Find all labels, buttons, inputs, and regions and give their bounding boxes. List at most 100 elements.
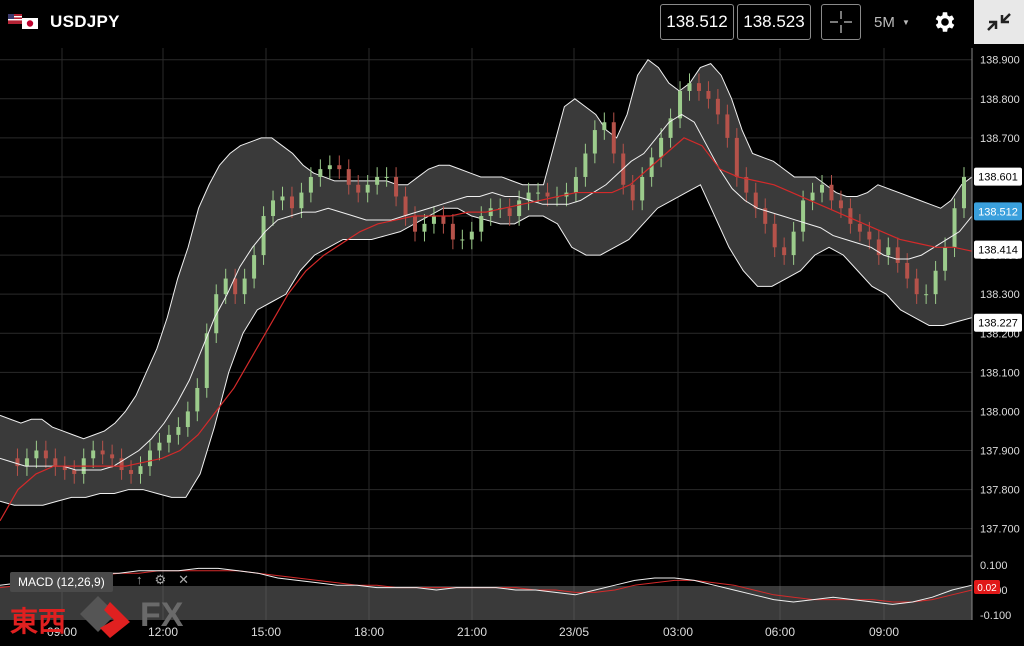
y-tick-label: 138.700 xyxy=(980,133,1020,145)
y-tick-label: 137.800 xyxy=(980,485,1020,497)
x-tick-label: 23/05 xyxy=(559,625,589,639)
candle-body xyxy=(176,427,181,435)
candle-body xyxy=(110,454,115,459)
bollinger-bands xyxy=(0,59,973,506)
candle-body xyxy=(441,216,446,224)
candle-body xyxy=(327,165,332,170)
candle-body xyxy=(791,231,796,256)
candle-body xyxy=(15,458,20,467)
candle-body xyxy=(867,231,872,240)
price-marker-label: 138.227 xyxy=(978,318,1018,330)
candle-body xyxy=(223,278,228,295)
bollinger-fill xyxy=(0,59,972,506)
candle-body xyxy=(337,165,342,170)
candle-body xyxy=(734,137,739,177)
candle-body xyxy=(895,247,900,263)
candle-body xyxy=(365,184,370,193)
candle-body xyxy=(848,208,853,224)
macd-y-tick: 0.100 xyxy=(980,560,1008,572)
candle-body xyxy=(34,450,39,459)
arrow-up-icon[interactable]: ↑ xyxy=(136,572,155,587)
candle-body xyxy=(820,184,825,193)
candle-body xyxy=(886,247,891,256)
candle-body xyxy=(782,247,787,256)
candle-body xyxy=(611,122,616,154)
candle-body xyxy=(924,294,929,296)
candle-body xyxy=(696,83,701,91)
y-tick-label: 138.300 xyxy=(980,289,1020,301)
candle-body xyxy=(43,450,48,459)
candle-body xyxy=(772,223,777,248)
candle-body xyxy=(375,176,380,185)
candle-body xyxy=(715,98,720,115)
candle-body xyxy=(185,411,190,428)
candle-body xyxy=(157,442,162,451)
chart-grid xyxy=(0,48,972,620)
price-marker-label: 138.512 xyxy=(978,206,1018,218)
candle-body xyxy=(129,470,134,474)
candle-body xyxy=(507,208,512,217)
candle-body xyxy=(271,200,276,217)
y-tick-label: 137.700 xyxy=(980,524,1020,536)
macd-value-label: 0.02 xyxy=(977,583,997,594)
x-tick-label: 09:00 xyxy=(869,625,899,639)
close-icon[interactable]: ✕ xyxy=(178,572,201,587)
candle-body xyxy=(460,239,465,241)
candle-body xyxy=(166,434,171,443)
candle-body xyxy=(943,247,948,271)
candle-body xyxy=(536,192,541,194)
gear-icon[interactable]: ⚙ xyxy=(155,572,179,587)
candle-body xyxy=(403,196,408,217)
macd-toolbar: ↑⚙✕ xyxy=(136,572,201,588)
x-tick-label: 06:00 xyxy=(765,625,795,639)
candle-body xyxy=(413,216,418,232)
candle-body xyxy=(829,184,834,201)
candle-body xyxy=(687,83,692,91)
macd-y-tick: -0.100 xyxy=(980,610,1011,622)
candle-body xyxy=(384,176,389,178)
candle-body xyxy=(422,223,427,232)
candle-body xyxy=(299,192,304,209)
y-tick-label: 138.900 xyxy=(980,55,1020,67)
candle-body xyxy=(469,231,474,240)
candle-body xyxy=(838,200,843,209)
candle-body xyxy=(801,200,806,232)
candle-body xyxy=(346,169,351,185)
candle-body xyxy=(289,196,294,209)
brand-fx: FX xyxy=(140,596,184,634)
candle-body xyxy=(933,270,938,295)
price-marker-label: 138.601 xyxy=(978,172,1018,184)
candle-body xyxy=(810,192,815,201)
macd-indicator-label[interactable]: MACD (12,26,9) xyxy=(10,572,113,592)
candle-body xyxy=(545,192,550,197)
chart-axes: 138.900138.800138.700138.600138.500138.4… xyxy=(0,48,1022,639)
candle-body xyxy=(53,458,58,467)
candle-body xyxy=(479,216,484,232)
candle-body xyxy=(100,450,105,455)
candle-body xyxy=(308,176,313,193)
candle-body xyxy=(914,278,919,295)
y-tick-label: 138.800 xyxy=(980,94,1020,106)
candle-body xyxy=(72,470,77,474)
y-tick-label: 138.100 xyxy=(980,367,1020,379)
candle-body xyxy=(725,114,730,138)
candle-body xyxy=(592,130,597,154)
x-tick-label: 15:00 xyxy=(251,625,281,639)
y-tick-label: 137.900 xyxy=(980,445,1020,457)
x-tick-label: 18:00 xyxy=(354,625,384,639)
candle-body xyxy=(602,122,607,131)
candle-body xyxy=(952,208,957,248)
x-tick-label: 21:00 xyxy=(457,625,487,639)
candle-body xyxy=(252,255,257,279)
candle-body xyxy=(583,153,588,177)
candle-body xyxy=(630,184,635,201)
brand-diamond-icon xyxy=(80,596,130,638)
price-marker-label: 138.414 xyxy=(978,245,1018,257)
candle-body xyxy=(91,450,96,459)
candle-body xyxy=(706,90,711,99)
candle-body xyxy=(962,176,966,209)
candle-body xyxy=(488,208,493,217)
y-tick-label: 138.000 xyxy=(980,406,1020,418)
candle-body xyxy=(242,278,247,295)
price-chart[interactable]: 138.900138.800138.700138.600138.500138.4… xyxy=(0,0,1024,646)
